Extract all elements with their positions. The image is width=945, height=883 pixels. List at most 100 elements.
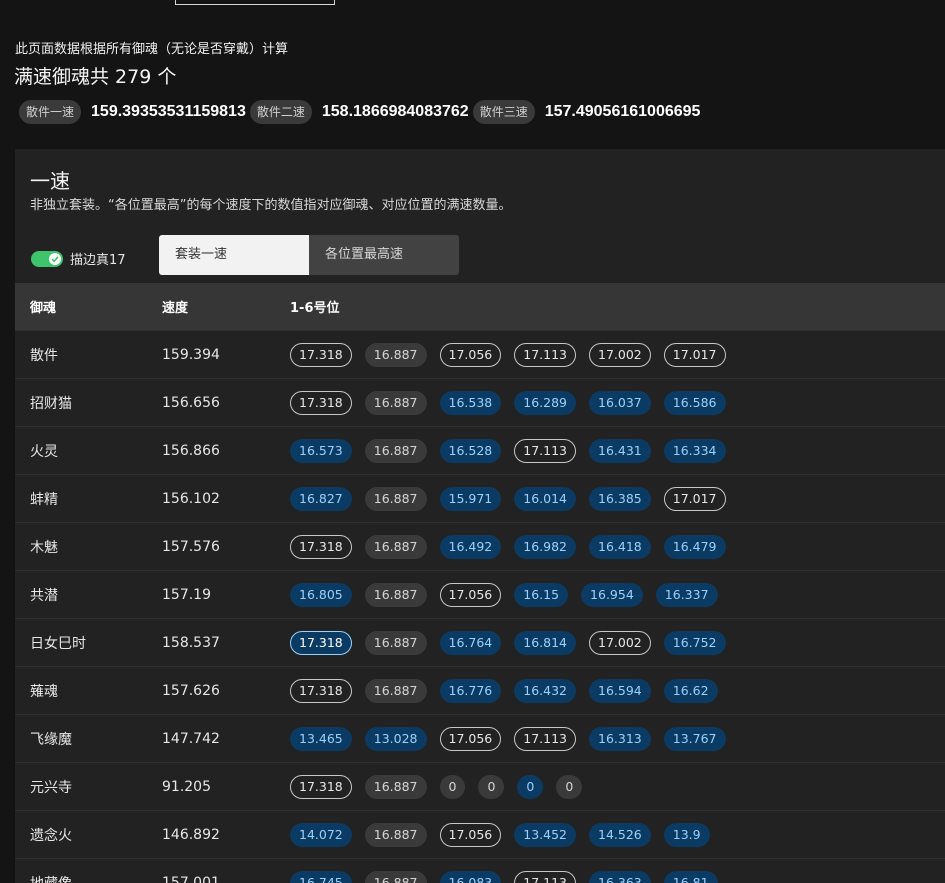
slot-5-value: 16.385 [589, 486, 651, 511]
slot-2-value: 16.887 [364, 774, 427, 799]
full-speed-count-title: 满速御魂共 279 个 [14, 66, 177, 88]
soul-speed: 156.866 [162, 442, 220, 459]
speed-value-1: 159.39353531159813 [91, 103, 246, 120]
table-row: 招财猫 156.656 17.318 16.887 16.538 16.289 16.037… [15, 378, 945, 426]
slot-4-value: 13.452 [514, 822, 576, 847]
first-speed-card: 一速 非独立套装。“各位置最高”的每个速度下的数值指对应御魂、对应位置的满速数量… [15, 149, 945, 883]
slot-4-value: 17.113 [514, 870, 576, 883]
slot-2-value: 16.887 [364, 822, 427, 847]
slot-6-value: 0 [556, 774, 583, 799]
soul-name: 地藏像 [15, 873, 147, 883]
soul-speed-table: 御魂 速度 1-6号位 散件 159.394 17.318 16.887 17.056 1… [15, 283, 945, 883]
tab-set-first-speed[interactable]: 套装一速 [159, 235, 309, 275]
slot-5-value: 16.594 [589, 678, 651, 703]
table-row: 飞缘魔 147.742 13.465 13.028 17.056 17.113 16.313… [15, 714, 945, 762]
slot-6-value: 16.81 [663, 870, 718, 883]
slot-3-value: 16.764 [439, 630, 502, 655]
slot-2-value: 16.887 [364, 438, 427, 463]
soul-name: 蚌精 [30, 491, 58, 508]
slot-1-value: 16.805 [290, 582, 352, 607]
loose-speed-summary: 散件一速 159.39353531159813 散件二速 158.1866984… [19, 100, 704, 124]
table-row: 蚌精 156.102 16.827 16.887 15.971 16.014 16.385 1… [15, 474, 945, 522]
slot-5-value: 17.002 [589, 342, 651, 367]
slot-2-value: 16.887 [364, 390, 427, 415]
card-description: 非独立套装。“各位置最高”的每个速度下的数值指对应御魂、对应位置的满速数量。 [30, 198, 512, 213]
table-body: 散件 159.394 17.318 16.887 17.056 17.113 17.002 1… [15, 330, 945, 883]
slot-values: 17.318 16.887 16.538 16.289 16.037 16.586 [271, 390, 739, 415]
slot-1-value: 17.318 [290, 774, 352, 799]
slot-values: 17.318 16.887 0 0 0 0 [271, 774, 595, 799]
slot-2-value: 13.028 [364, 726, 427, 751]
slot-6-value: 16.752 [663, 630, 726, 655]
slot-values: 16.573 16.887 16.528 17.113 16.431 16.334 [271, 438, 739, 463]
slot-values: 16.827 16.887 15.971 16.014 16.385 17.017 [271, 486, 739, 511]
toggle-switch[interactable] [31, 250, 63, 267]
outline-true17-toggle[interactable]: 描边真17 [31, 249, 126, 268]
speed-tag-1: 散件一速 [19, 100, 82, 124]
slot-5-value: 0 [517, 774, 544, 799]
table-row: 元兴寺 91.205 17.318 16.887 0 0 0 0 [15, 762, 945, 810]
tab-max-speed-per-slot[interactable]: 各位置最高速 [309, 235, 459, 275]
slot-6-value: 16.62 [663, 678, 718, 703]
slot-5-value: 16.313 [589, 726, 651, 751]
slot-2-value: 16.887 [364, 534, 427, 559]
speed-tag-2: 散件二速 [249, 100, 312, 124]
slot-2-value: 16.887 [364, 870, 427, 883]
slot-3-value: 16.528 [439, 438, 502, 463]
slot-5-value: 16.418 [589, 534, 651, 559]
soul-name: 遗念火 [30, 827, 72, 844]
slot-2-value: 16.887 [364, 582, 427, 607]
slot-6-value: 16.479 [663, 534, 726, 559]
slot-5-value: 16.363 [589, 870, 651, 883]
slot-6-value: 13.9 [663, 822, 710, 847]
slot-3-value: 0 [439, 774, 466, 799]
slot-1-value: 16.573 [290, 438, 352, 463]
table-row: 遗念火 146.892 14.072 16.887 17.056 13.452 14.526… [15, 810, 945, 858]
slot-values: 17.318 16.887 16.764 16.814 17.002 16.752 [271, 630, 739, 655]
soul-name: 火灵 [30, 443, 58, 460]
slot-values: 17.318 16.887 16.492 16.982 16.418 16.479 [271, 534, 739, 559]
slot-4-value: 16.15 [514, 582, 569, 607]
view-mode-segmented: 套装一速 各位置最高速 [159, 235, 459, 275]
card-title: 一速 [30, 169, 70, 193]
soul-speed: 91.205 [162, 778, 211, 795]
soul-speed: 158.537 [162, 634, 220, 651]
slot-3-value: 17.056 [439, 582, 502, 607]
table-row: 日女巳时 158.537 17.318 16.887 16.764 16.814 17.00… [15, 618, 945, 666]
soul-speed: 156.656 [162, 394, 220, 411]
speed-tag-3: 散件三速 [472, 100, 535, 124]
soul-speed: 157.001 [162, 874, 220, 883]
slot-values: 17.318 16.887 16.776 16.432 16.594 16.62 [271, 678, 731, 703]
slot-1-value: 17.318 [290, 342, 352, 367]
soul-name: 招财猫 [30, 395, 72, 412]
slot-3-value: 17.056 [439, 726, 502, 751]
slot-6-value: 17.017 [663, 342, 726, 367]
slot-1-value: 17.318 [290, 390, 352, 415]
slot-4-value: 16.289 [514, 390, 576, 415]
slot-4-value: 0 [478, 774, 505, 799]
slot-6-value: 17.017 [663, 486, 726, 511]
table-row: 地藏像 157.001 16.745 16.887 16.083 17.113 16.363… [15, 858, 945, 883]
slot-6-value: 16.337 [655, 582, 718, 607]
slot-4-value: 16.982 [514, 534, 576, 559]
slot-3-value: 17.056 [439, 822, 502, 847]
slot-4-value: 17.113 [514, 726, 576, 751]
slot-4-value: 17.113 [514, 342, 576, 367]
table-row: 共潜 157.19 16.805 16.887 17.056 16.15 16.954 16.… [15, 570, 945, 618]
header-slots: 1-6号位 [290, 301, 340, 316]
toggle-label: 描边真17 [70, 253, 126, 268]
slot-5-value: 16.431 [589, 438, 651, 463]
slot-values: 17.318 16.887 17.056 17.113 17.002 17.017 [271, 342, 739, 367]
soul-speed: 159.394 [162, 346, 220, 363]
soul-speed: 146.892 [162, 826, 220, 843]
slot-values: 16.805 16.887 17.056 16.15 16.954 16.337 [271, 582, 731, 607]
slot-6-value: 13.767 [663, 726, 726, 751]
top-input-box-edge [175, 0, 335, 5]
soul-name: 共潜 [30, 587, 58, 604]
soul-speed: 147.742 [162, 730, 220, 747]
slot-values: 16.745 16.887 16.083 17.113 16.363 16.81 [271, 870, 731, 883]
soul-name: 散件 [30, 347, 58, 364]
slot-1-value: 17.318 [290, 534, 352, 559]
slot-3-value: 15.971 [439, 486, 502, 511]
slot-5-value: 17.002 [589, 630, 651, 655]
